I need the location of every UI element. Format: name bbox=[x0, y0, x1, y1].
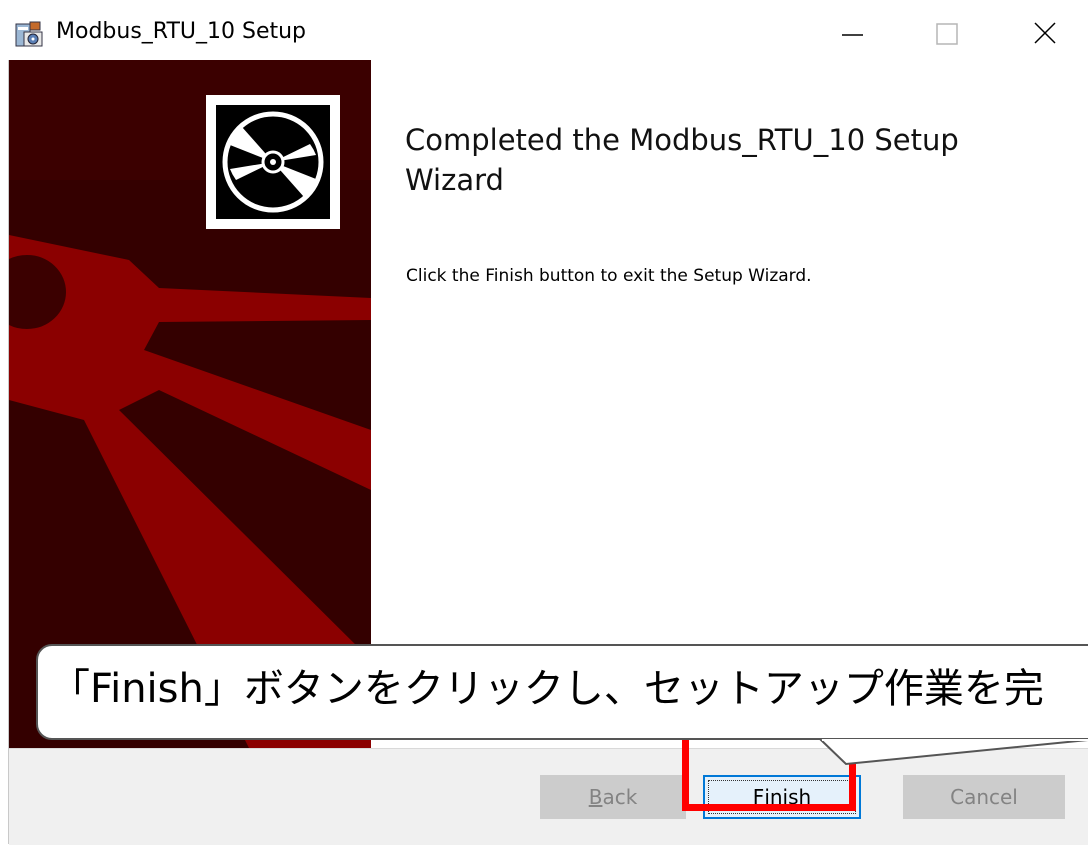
back-button: Back bbox=[540, 775, 686, 819]
button-bar: Back Finish Cancel bbox=[9, 748, 1088, 845]
finish-highlight-box bbox=[682, 729, 856, 811]
title-bar[interactable]: Modbus_RTU_10 Setup bbox=[0, 0, 1088, 60]
close-icon bbox=[1034, 22, 1056, 44]
back-mnemonic: B bbox=[588, 785, 603, 809]
annotation-callout: 「Finish」ボタンをクリックし、セットアップ作業を完 bbox=[36, 644, 1088, 740]
wizard-instruction: Click the Finish button to exit the Setu… bbox=[406, 266, 812, 286]
callout-text: 「Finish」ボタンをクリックし、セットアップ作業を完 bbox=[50, 666, 1044, 712]
disc-icon-frame bbox=[206, 95, 340, 229]
installer-app-icon bbox=[14, 20, 46, 50]
disc-icon bbox=[222, 111, 324, 213]
maximize-icon bbox=[936, 23, 958, 45]
cancel-button: Cancel bbox=[903, 775, 1065, 819]
close-button[interactable] bbox=[1014, 6, 1074, 56]
wizard-heading: Completed the Modbus_RTU_10 Setup Wizard bbox=[405, 123, 959, 197]
back-label-rest: ack bbox=[602, 785, 638, 809]
minimize-icon bbox=[842, 34, 863, 36]
window-title: Modbus_RTU_10 Setup bbox=[56, 19, 307, 44]
maximize-button bbox=[918, 6, 978, 56]
minimize-button[interactable] bbox=[822, 6, 882, 56]
setup-window: Modbus_RTU_10 Setup Completed the Modbus… bbox=[0, 0, 1088, 845]
